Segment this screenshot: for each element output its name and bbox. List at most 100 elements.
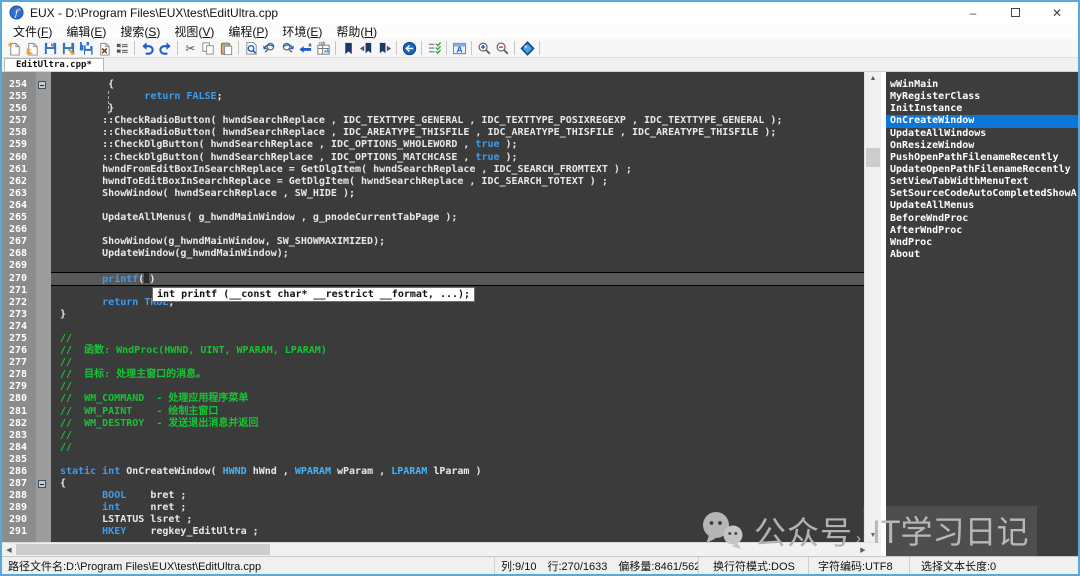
go-back-button[interactable]	[400, 39, 418, 57]
menu-item-0[interactable]: 文件(F)	[6, 23, 59, 40]
code-line-281[interactable]: 281// WM_PAINT - 绘制主窗口	[2, 406, 864, 418]
close-file-button[interactable]	[95, 39, 113, 57]
code-line-258[interactable]: 258 ::CheckRadioButton( hwndSearchReplac…	[2, 127, 864, 139]
function-list-panel[interactable]: wWinMainMyRegisterClassInitInstanceOnCre…	[886, 72, 1078, 556]
save-file-button[interactable]	[41, 39, 59, 57]
code-line-277[interactable]: 277//	[2, 357, 864, 369]
code-line-254[interactable]: 254 {	[2, 79, 864, 91]
editor-horizontal-scrollbar[interactable]: ◀ ▶	[2, 542, 881, 556]
bookmark-toggle-button[interactable]	[339, 39, 357, 57]
code-line-259[interactable]: 259 ::CheckDlgButton( hwndSearchReplace …	[2, 139, 864, 151]
line-checklist-button[interactable]	[425, 39, 443, 57]
fold-marker[interactable]	[36, 478, 51, 490]
code-line-256[interactable]: 256 }	[2, 103, 864, 115]
editor-vertical-scrollbar[interactable]: ▲ ▼	[864, 72, 881, 542]
code-line-270[interactable]: 270 printf()	[2, 273, 864, 285]
menu-item-6[interactable]: 帮助(H)	[329, 23, 384, 40]
close-button[interactable]: ✕	[1036, 2, 1078, 23]
function-list-item-BeforeWndProc[interactable]: BeforeWndProc	[886, 213, 1078, 225]
horizontal-scroll-thumb[interactable]	[16, 544, 270, 555]
menu-item-5[interactable]: 环境(E)	[275, 23, 329, 40]
code-line-291[interactable]: 291 HKEY regkey_EditUltra ;	[2, 526, 864, 538]
code-line-288[interactable]: 288 BOOL bret ;	[2, 490, 864, 502]
scroll-down-arrow-icon[interactable]: ▼	[865, 529, 881, 542]
function-list-item-OnCreateWindow[interactable]: OnCreateWindow	[886, 115, 1078, 127]
function-list-item-MyRegisterClass[interactable]: MyRegisterClass	[886, 91, 1078, 103]
code-line-282[interactable]: 282// WM_DESTROY - 发送退出消息并返回	[2, 418, 864, 430]
find-previous-button[interactable]	[260, 39, 278, 57]
fold-collapse-icon[interactable]	[38, 480, 46, 488]
menu-item-3[interactable]: 视图(V)	[167, 23, 221, 40]
menu-item-4[interactable]: 编程(P)	[221, 23, 275, 40]
bookmark-next-button[interactable]	[375, 39, 393, 57]
menu-item-2[interactable]: 搜索(S)	[113, 23, 167, 40]
code-line-290[interactable]: 290 LSTATUS lsret ;	[2, 514, 864, 526]
code-line-280[interactable]: 280// WM_COMMAND - 处理应用程序菜单	[2, 393, 864, 405]
about-button[interactable]	[518, 39, 536, 57]
open-file-button[interactable]	[23, 39, 41, 57]
scroll-right-arrow-icon[interactable]: ▶	[856, 543, 870, 556]
cut-button[interactable]: ✂	[181, 39, 199, 57]
function-list-item-InitInstance[interactable]: InitInstance	[886, 103, 1078, 115]
function-list-item-UpdateOpenPathFilenameRecently[interactable]: UpdateOpenPathFilenameRecently	[886, 164, 1078, 176]
code-line-261[interactable]: 261 hwndFromEditBoxInSearchReplace = Get…	[2, 164, 864, 176]
code-line-274[interactable]: 274	[2, 321, 864, 333]
code-line-265[interactable]: 265 UpdateAllMenus( g_hwndMainWindow , g…	[2, 212, 864, 224]
scroll-up-arrow-icon[interactable]: ▲	[865, 72, 881, 85]
code-line-283[interactable]: 283//	[2, 430, 864, 442]
fold-marker[interactable]	[36, 79, 51, 91]
replace-all-button[interactable]: csbab	[314, 39, 332, 57]
code-line-276[interactable]: 276// 函数: WndProc(HWND, UINT, WPARAM, LP…	[2, 345, 864, 357]
copy-button[interactable]	[199, 39, 217, 57]
code-line-255[interactable]: 255 return FALSE;	[2, 91, 864, 103]
code-line-289[interactable]: 289 int nret ;	[2, 502, 864, 514]
minimize-button[interactable]: –	[952, 2, 994, 23]
save-file-as-button[interactable]	[59, 39, 77, 57]
undo-button[interactable]	[138, 39, 156, 57]
code-line-275[interactable]: 275//	[2, 333, 864, 345]
function-list-item-SetSourceCodeAutoCompletedShowA[interactable]: SetSourceCodeAutoCompletedShowA	[886, 188, 1078, 200]
file-list-button[interactable]	[113, 39, 131, 57]
code-line-285[interactable]: 285	[2, 454, 864, 466]
code-line-264[interactable]: 264	[2, 200, 864, 212]
function-list-item-WndProc[interactable]: WndProc	[886, 237, 1078, 249]
code-line-284[interactable]: 284//	[2, 442, 864, 454]
vertical-scroll-thumb[interactable]	[866, 148, 880, 167]
code-line-262[interactable]: 262 hwndToEditBoxInSearchReplace = GetDl…	[2, 176, 864, 188]
code-line-278[interactable]: 278// 目标: 处理主窗口的消息。	[2, 369, 864, 381]
bookmark-previous-button[interactable]	[357, 39, 375, 57]
code-line-269[interactable]: 269	[2, 260, 864, 272]
replace-button[interactable]: a	[296, 39, 314, 57]
code-editor[interactable]: 254 {255 return FALSE;256 }257 ::CheckRa…	[2, 72, 864, 542]
function-list-item-PushOpenPathFilenameRecently[interactable]: PushOpenPathFilenameRecently	[886, 152, 1078, 164]
find-button[interactable]	[242, 39, 260, 57]
function-list-item-OnResizeWindow[interactable]: OnResizeWindow	[886, 140, 1078, 152]
redo-button[interactable]	[156, 39, 174, 57]
syntax-color-button[interactable]: A	[450, 39, 468, 57]
new-file-button[interactable]	[5, 39, 23, 57]
function-list-item-UpdateAllMenus[interactable]: UpdateAllMenus	[886, 200, 1078, 212]
scroll-left-arrow-icon[interactable]: ◀	[2, 543, 16, 556]
function-list-item-wWinMain[interactable]: wWinMain	[886, 79, 1078, 91]
paste-button[interactable]	[217, 39, 235, 57]
function-list-item-SetViewTabWidthMenuText[interactable]: SetViewTabWidthMenuText	[886, 176, 1078, 188]
function-list-item-About[interactable]: About	[886, 249, 1078, 261]
tab-editultra-cpp[interactable]: EditUltra.cpp*	[4, 58, 104, 71]
code-line-263[interactable]: 263 ShowWindow( hwndSearchReplace , SW_H…	[2, 188, 864, 200]
code-line-286[interactable]: 286static int OnCreateWindow( HWND hWnd …	[2, 466, 864, 478]
save-all-files-button[interactable]	[77, 39, 95, 57]
function-list-item-UpdateAllWindows[interactable]: UpdateAllWindows	[886, 128, 1078, 140]
code-line-267[interactable]: 267 ShowWindow(g_hwndMainWindow, SW_SHOW…	[2, 236, 864, 248]
code-line-273[interactable]: 273}	[2, 309, 864, 321]
zoom-in-button[interactable]	[475, 39, 493, 57]
function-list-item-AfterWndProc[interactable]: AfterWndProc	[886, 225, 1078, 237]
zoom-out-button[interactable]	[493, 39, 511, 57]
fold-collapse-icon[interactable]	[38, 81, 46, 89]
code-line-260[interactable]: 260 ::CheckDlgButton( hwndSearchReplace …	[2, 152, 864, 164]
maximize-button[interactable]	[994, 2, 1036, 23]
code-line-266[interactable]: 266	[2, 224, 864, 236]
menu-item-1[interactable]: 编辑(E)	[59, 23, 113, 40]
find-next-button[interactable]	[278, 39, 296, 57]
code-line-287[interactable]: 287{	[2, 478, 864, 490]
code-line-257[interactable]: 257 ::CheckRadioButton( hwndSearchReplac…	[2, 115, 864, 127]
